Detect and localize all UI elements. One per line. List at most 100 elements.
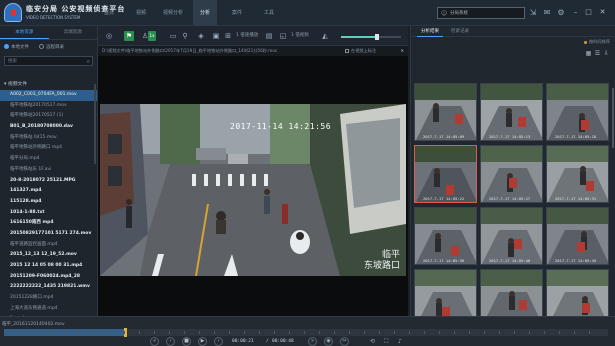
file-list-item[interactable]: 2015_12_13 12_19_52.mov bbox=[0, 250, 97, 261]
export-results-icon[interactable]: ⇩ bbox=[603, 50, 610, 57]
result-thumbnail[interactable]: 2017-7-17 14:05:22 bbox=[414, 145, 477, 203]
nav-tab-tools[interactable]: 工具 bbox=[257, 0, 281, 26]
annotate-checkbox[interactable]: 在视频上标注 bbox=[345, 46, 376, 56]
file-list-item[interactable]: 临平地铁站20170517 (1) bbox=[0, 111, 97, 122]
settings-icon[interactable]: ⚙ bbox=[556, 7, 566, 18]
stop-icon[interactable]: ■ bbox=[182, 337, 191, 346]
playback-bar: 临平_20161120140402.mov « ‹ ■ ▶ › 00:00:21… bbox=[0, 316, 615, 346]
search-icon[interactable]: ⌕ bbox=[87, 57, 90, 66]
nav-tab-video[interactable]: 视频 bbox=[129, 0, 153, 26]
result-thumbnail[interactable]: 2017-7-17 14:05:18 bbox=[546, 83, 609, 141]
rewind-icon[interactable]: « bbox=[150, 337, 159, 346]
sidebar-tab-cloud[interactable]: 云端资源 bbox=[49, 26, 98, 39]
file-list-item[interactable]: 1014-1-88.txt bbox=[0, 208, 97, 219]
close-button[interactable]: ✕ bbox=[598, 7, 607, 17]
target-icon[interactable]: ◎ bbox=[104, 31, 114, 41]
nav-tab-video-analysis[interactable]: 视频分析 bbox=[161, 0, 185, 26]
result-thumbnail[interactable]: 2017-7-17 14:05:27 bbox=[480, 145, 543, 203]
sort-control[interactable]: 按时间排序 bbox=[582, 39, 610, 45]
result-thumbnails: 2017-7-17 14:05:09 2017-7-17 14:05:13 2017… bbox=[414, 83, 613, 331]
list-view-icon[interactable]: ☰ bbox=[594, 50, 601, 57]
folder-video-files[interactable]: ▾ 视频文件 bbox=[0, 80, 97, 90]
slider-handle[interactable] bbox=[375, 34, 379, 40]
file-list-item[interactable]: 20150829177101 5171 274.mov bbox=[0, 229, 97, 240]
results-scrollbar[interactable] bbox=[612, 88, 614, 148]
thumbnail-caption: 2017-7-17 14:05:36 bbox=[423, 258, 465, 263]
view-toggle: ▦ ☰ ⇩ bbox=[583, 50, 610, 57]
file-list-item[interactable]: 临平分局.mp4 bbox=[0, 154, 97, 165]
file-list-item[interactable]: 2222222222_1435 219821.wmv bbox=[0, 282, 97, 293]
file-list-item[interactable]: 临平道路监控画面.mp4 bbox=[0, 240, 97, 251]
step-back-icon[interactable]: ‹ bbox=[166, 337, 175, 346]
camera-icon[interactable]: ▣ bbox=[211, 31, 221, 41]
file-list-item[interactable]: A002_C003_0704FA_001.mov bbox=[0, 90, 97, 101]
timeline-tick bbox=[409, 331, 410, 334]
folder-icon[interactable]: ▤ bbox=[264, 31, 274, 41]
timeline-tick bbox=[19, 331, 20, 334]
clip-cut-icon[interactable]: ✂ bbox=[340, 337, 349, 346]
radio-remote-dir[interactable]: 远程目录 bbox=[39, 44, 64, 50]
clip-icon[interactable]: ◭ bbox=[320, 31, 330, 41]
result-thumbnail[interactable]: 2017-7-17 14:05:36 bbox=[414, 207, 477, 265]
snapshot-icon[interactable]: ◉ bbox=[324, 337, 333, 346]
export-icon[interactable]: ⇲ bbox=[528, 7, 538, 18]
file-list-item[interactable]: 临平地铁站 0415.mov bbox=[0, 133, 97, 144]
file-list-item[interactable]: 141327.mp4 bbox=[0, 186, 97, 197]
grid-view-icon[interactable]: ▦ bbox=[585, 50, 592, 57]
nav-tab-cases[interactable]: 案件 bbox=[225, 0, 249, 26]
tab-search-records[interactable]: 检索记录 bbox=[447, 26, 473, 37]
video-frame[interactable]: 2017-11-14 14:21:56 临平 东坡路口 bbox=[100, 104, 406, 276]
nav-tab-analysis[interactable]: 分析 bbox=[193, 0, 217, 26]
results-toolbar: 按时间排序 bbox=[411, 37, 615, 48]
file-list-item[interactable]: 临平地铁站东 1F.avi bbox=[0, 165, 97, 176]
fast-forward-icon[interactable]: » bbox=[308, 337, 317, 346]
file-list-item[interactable]: 临平地铁站20170517.mov bbox=[0, 101, 97, 112]
file-list-item[interactable]: 2015 12 14 05 08 00 31.mp4 bbox=[0, 261, 97, 272]
speed-icon[interactable]: 1x bbox=[148, 31, 156, 41]
minimize-button[interactable]: – bbox=[571, 7, 580, 17]
file-list-item[interactable]: 115128.mp4 bbox=[0, 197, 97, 208]
tab-analysis-results[interactable]: 分析结果 bbox=[417, 26, 443, 37]
result-thumbnail[interactable]: 2017-7-17 14:05:45 bbox=[546, 207, 609, 265]
video-canvas[interactable]: 2017-11-14 14:21:56 临平 东坡路口 bbox=[98, 56, 408, 332]
close-file-icon[interactable]: ✕ bbox=[400, 46, 404, 56]
result-thumbnail[interactable]: 2017-7-17 14:05:40 bbox=[480, 207, 543, 265]
maximize-button[interactable]: □ bbox=[584, 7, 593, 17]
file-list-item[interactable]: 20-8-2018072 25121.MPG bbox=[0, 176, 97, 187]
result-thumbnail[interactable]: 2017-7-17 14:05:13 bbox=[480, 83, 543, 141]
timeline-tick bbox=[574, 331, 575, 334]
play-icon[interactable]: ▶ bbox=[198, 337, 207, 346]
result-thumbnail[interactable]: 2017-7-17 14:05:09 bbox=[414, 83, 477, 141]
zoom-icon[interactable]: ⊞ bbox=[223, 31, 233, 41]
nav-tab-home[interactable]: 首页 bbox=[97, 0, 121, 26]
timeline-track[interactable] bbox=[4, 328, 608, 337]
step-forward-icon[interactable]: › bbox=[214, 337, 223, 346]
mail-icon[interactable]: ✉ bbox=[542, 7, 552, 18]
top-search-input[interactable]: ☺ 分局系统 bbox=[437, 7, 525, 19]
file-list-item[interactable]: 1616150南西 mp4 bbox=[0, 218, 97, 229]
volume-icon[interactable]: ♪ bbox=[398, 337, 402, 346]
run-person-icon[interactable]: ⚑ bbox=[124, 31, 134, 41]
sync-icon[interactable]: ⟲ bbox=[370, 337, 375, 346]
file-list-item[interactable]: 上海大道东侧通道.mp4 bbox=[0, 304, 97, 315]
sort-label: 按时间排序 bbox=[589, 39, 610, 44]
sidebar-scrollbar[interactable] bbox=[94, 84, 96, 164]
bike-icon[interactable]: ⚲ bbox=[180, 31, 190, 41]
layers-icon[interactable]: ◱ bbox=[278, 31, 288, 41]
file-list-item[interactable]: 20151228路口.mp4 bbox=[0, 293, 97, 304]
sidebar-search-input[interactable]: 搜索 ⌕ bbox=[4, 56, 93, 66]
result-thumbnail[interactable]: 2017-7-17 14:05:31 bbox=[546, 145, 609, 203]
fullscreen-icon[interactable]: ⛶ bbox=[384, 337, 388, 346]
thumbnail-image bbox=[481, 84, 542, 140]
car-icon[interactable]: ▭ bbox=[168, 31, 178, 41]
file-list-item[interactable]: B01_B_20180708000.dav bbox=[0, 122, 97, 133]
sidebar-tab-local[interactable]: 本地资源 bbox=[0, 26, 49, 39]
file-list-item[interactable]: 20151209-F060024.mp4_28 bbox=[0, 272, 97, 283]
watermark-line-2: 东坡路口 bbox=[363, 261, 400, 271]
playback-speed-slider[interactable] bbox=[341, 34, 401, 40]
file-list-item[interactable]: 临平地铁站外侧路口 mp4 bbox=[0, 143, 97, 154]
radio-local-files[interactable]: 本地文件 bbox=[4, 44, 29, 50]
cube-icon[interactable]: ◈ bbox=[196, 31, 206, 41]
timeline-tick bbox=[589, 331, 590, 334]
timeline-tick bbox=[169, 331, 170, 334]
